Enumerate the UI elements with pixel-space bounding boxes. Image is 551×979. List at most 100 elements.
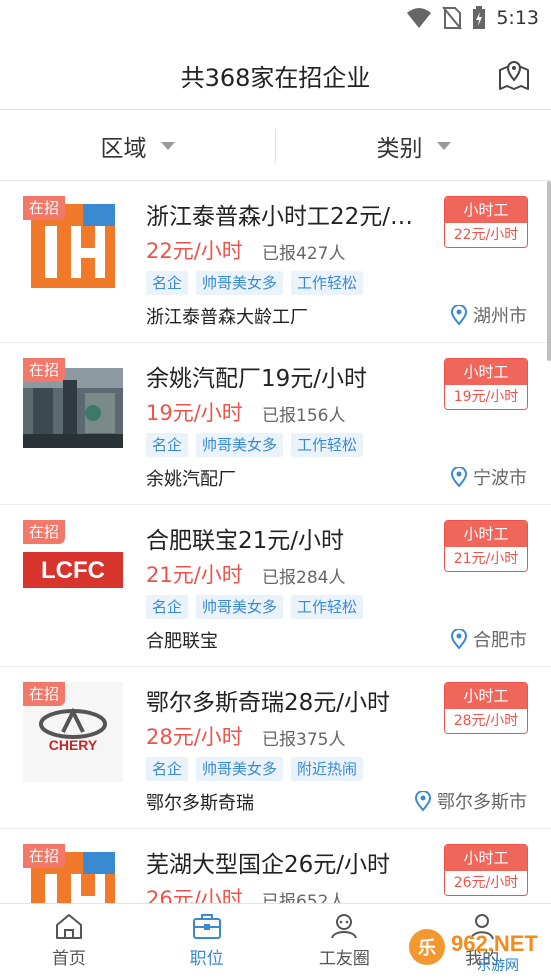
tag: 名企: [146, 433, 189, 457]
battery-charging-icon: [473, 6, 486, 29]
status-time: 5:13: [496, 7, 539, 29]
applied-count: 已报427人: [262, 244, 346, 264]
job-pay: 26元/小时: [146, 887, 243, 903]
company-name: 余姚汽配厂: [146, 469, 236, 490]
tag-list: 名企 帅哥美女多 工作轻松: [146, 433, 364, 457]
chery-logo-text: CHERY: [49, 737, 98, 753]
filter-region[interactable]: 区域: [0, 111, 275, 181]
filter-category-label: 类别: [376, 136, 423, 162]
job-card[interactable]: LCFC 在招 合肥联宝 21元/小时 21元/小时 已报284人 名企 帅哥美女…: [0, 505, 551, 667]
job-title: 余姚汽配厂19元/小时: [146, 366, 368, 392]
page-title: 共368家在招企业: [180, 64, 371, 92]
job-type-pay: 22元/小时: [445, 223, 527, 247]
hiring-badge: 在招: [23, 844, 65, 868]
tag-list: 名企 帅哥美女多 工作轻松: [146, 271, 364, 295]
tab-label: 首页: [51, 949, 86, 969]
lcfc-logo-text: LCFC: [41, 557, 105, 584]
location-pin-icon: [451, 467, 467, 487]
caret-down-icon: [160, 142, 175, 150]
tab-home[interactable]: 首页: [0, 904, 138, 979]
location: 宁波市: [451, 464, 527, 490]
company-name: 合肥联宝: [146, 631, 218, 652]
map-button[interactable]: [497, 58, 531, 92]
job-type-pay: 19元/小时: [445, 385, 527, 409]
job-title: 鄂尔多斯奇瑞28元/小时: [146, 690, 391, 716]
job-pay: 21元/小时: [146, 563, 243, 587]
status-bar: 5:13: [0, 0, 551, 38]
caret-down-icon: [436, 142, 451, 150]
scrollbar[interactable]: [547, 181, 551, 361]
hiring-badge: 在招: [23, 358, 65, 382]
page-header: 共368家在招企业: [0, 38, 551, 110]
job-title: 芜湖大型国企26元/小时: [146, 852, 391, 878]
job-pay: 19元/小时: [146, 401, 243, 425]
applied-count: 已报156人: [262, 406, 346, 426]
filter-region-label: 区域: [100, 136, 147, 162]
hiring-badge: 在招: [23, 196, 65, 220]
location-label: 鄂尔多斯市: [437, 792, 527, 813]
job-card[interactable]: CHERY 在招 鄂尔多斯奇瑞28元/小时 28元/小时 已报375人 名企 帅…: [0, 667, 551, 829]
job-card[interactable]: 在招 芜湖大型国企26元/小时 26元/小时 已报652人 小时工 26元/小时: [0, 829, 551, 903]
job-type-pay: 21元/小时: [445, 547, 527, 571]
location-pin-icon: [415, 791, 431, 811]
tag: 工作轻松: [291, 595, 364, 619]
location-label: 宁波市: [473, 468, 527, 489]
location-pin-icon: [451, 305, 467, 325]
tag: 名企: [146, 757, 189, 781]
job-type-pay: 28元/小时: [445, 709, 527, 733]
filter-category[interactable]: 类别: [276, 111, 551, 181]
job-type: 小时工: [445, 359, 527, 385]
job-card[interactable]: 在招 浙江泰普森小时工22元/小时 22元/小时 已报427人 名企 帅哥美女多…: [0, 181, 551, 343]
applied-count: 已报652人: [262, 892, 346, 903]
job-type-box: 小时工 21元/小时: [444, 520, 528, 572]
svg-text:乐: 乐: [418, 938, 436, 958]
map-pin-icon: [499, 61, 529, 90]
tag: 帅哥美女多: [196, 271, 284, 295]
job-type-box: 小时工 28元/小时: [444, 682, 528, 734]
tag: 工作轻松: [291, 271, 364, 295]
job-type-box: 小时工 26元/小时: [444, 844, 528, 896]
job-list[interactable]: 在招 浙江泰普森小时工22元/小时 22元/小时 已报427人 名企 帅哥美女多…: [0, 181, 551, 903]
location: 鄂尔多斯市: [415, 788, 527, 814]
tab-community[interactable]: 工友圈: [276, 904, 414, 979]
applied-count: 已报284人: [262, 568, 346, 588]
job-pay: 28元/小时: [146, 725, 243, 749]
briefcase-icon: [192, 914, 221, 939]
tab-label: 工友圈: [318, 949, 370, 969]
tag: 附近热闹: [291, 757, 364, 781]
status-icons: 5:13: [406, 6, 539, 30]
tag: 帅哥美女多: [196, 757, 284, 781]
wifi-icon: [407, 8, 432, 28]
job-type-box: 小时工 22元/小时: [444, 196, 528, 248]
tab-jobs[interactable]: 职位: [138, 904, 276, 979]
no-sim-icon: [442, 6, 463, 30]
watermark-text: 962.NET: [451, 931, 538, 956]
job-type-pay: 26元/小时: [445, 871, 527, 895]
tag: 工作轻松: [291, 433, 364, 457]
location-label: 合肥市: [473, 630, 527, 651]
home-icon: [55, 914, 82, 939]
location: 合肥市: [451, 626, 527, 652]
job-type-box: 小时工 19元/小时: [444, 358, 528, 410]
tag: 名企: [146, 595, 189, 619]
company-name: 浙江泰普森大龄工厂: [146, 307, 308, 328]
hiring-badge: 在招: [23, 682, 65, 706]
watermark-subtext: 乐游网: [477, 957, 519, 973]
job-pay: 22元/小时: [146, 239, 243, 263]
location-pin-icon: [451, 629, 467, 649]
tag-list: 名企 帅哥美女多 附近热闹: [146, 757, 364, 781]
job-type: 小时工: [445, 521, 527, 547]
tag: 名企: [146, 271, 189, 295]
watermark-logo: 乐 962.NET 乐游网: [407, 925, 545, 973]
hiring-badge: 在招: [23, 520, 65, 544]
community-icon: [331, 914, 358, 939]
job-card[interactable]: 在招 余姚汽配厂19元/小时 19元/小时 已报156人 名企 帅哥美女多 工作…: [0, 343, 551, 505]
job-type: 小时工: [445, 683, 527, 709]
tag: 帅哥美女多: [196, 433, 284, 457]
job-title: 浙江泰普森小时工22元/小时: [146, 204, 428, 230]
tab-label: 职位: [189, 949, 224, 969]
tag: 帅哥美女多: [196, 595, 284, 619]
filter-bar: 区域 类别: [0, 111, 551, 181]
location-label: 湖州市: [473, 306, 527, 327]
applied-count: 已报375人: [262, 730, 346, 750]
